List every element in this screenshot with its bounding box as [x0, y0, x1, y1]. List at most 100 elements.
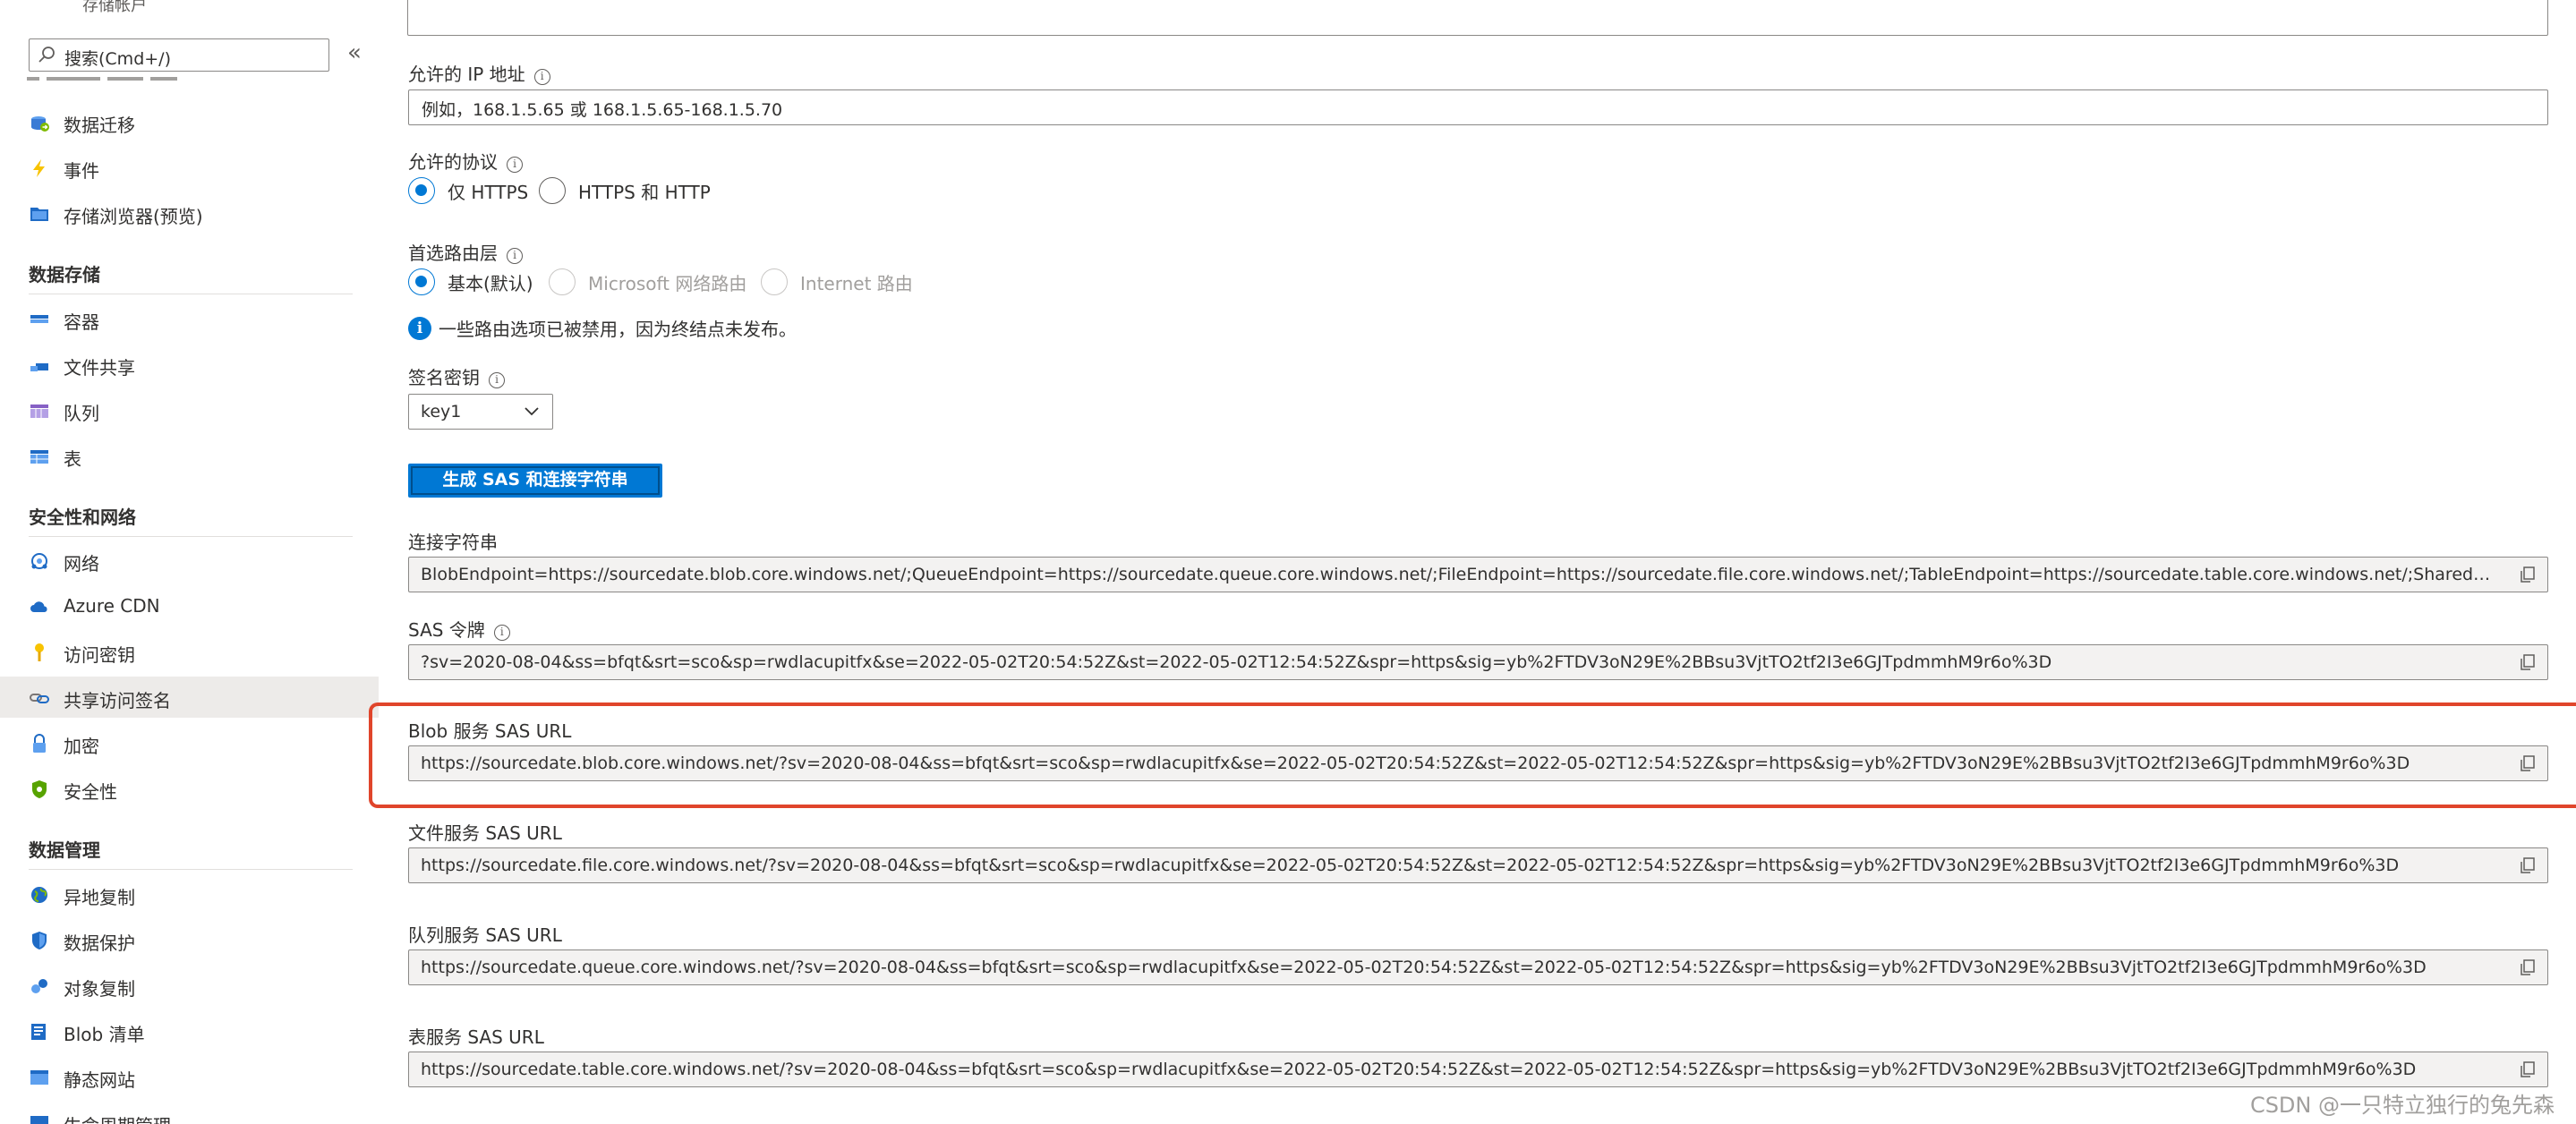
info-icon[interactable]: i [489, 372, 505, 388]
sidebar-item-blob-inventory[interactable]: Blob 清单 [0, 1010, 379, 1052]
table-sas-url-field[interactable]: https://sourcedate.table.core.windows.ne… [408, 1052, 2548, 1087]
highlight-annotation [369, 702, 2576, 808]
radio-unselected-icon [539, 177, 566, 204]
sidebar-item-static-website[interactable]: 静态网站 [0, 1056, 379, 1097]
lifecycle-icon [30, 1116, 48, 1124]
sidebar-item-label: Blob 清单 [64, 1024, 145, 1045]
data-protection-icon [32, 932, 47, 949]
sidebar-item-label: 数据保护 [64, 932, 135, 954]
sidebar-item-label: 队列 [64, 403, 99, 424]
file-sas-url-label: 文件服务 SAS URL [408, 822, 562, 844]
protocol-https-http-radio[interactable]: HTTPS 和 HTTP [539, 177, 711, 204]
watermark: CSDN @一只特立独行的兔先森 [2249, 1093, 2555, 1118]
signing-key-select[interactable]: key1 [408, 394, 553, 430]
connection-string-label: 连接字符串 [408, 532, 498, 553]
copy-icon[interactable] [2519, 958, 2537, 976]
container-icon [30, 315, 48, 323]
search-input[interactable]: 搜索(Cmd+/) [64, 46, 171, 70]
signing-key-label: 签名密钥 i [408, 363, 505, 389]
storage-browser-icon [30, 208, 48, 221]
chevron-down-icon [525, 407, 539, 416]
static-website-icon [30, 1070, 48, 1085]
info-icon[interactable]: i [507, 157, 523, 173]
sidebar-item-security[interactable]: 安全性 [0, 768, 379, 809]
radio-disabled-icon [549, 268, 576, 295]
sidebar-search-box[interactable]: 搜索(Cmd+/) [29, 38, 329, 72]
sidebar-item-label: 对象复制 [64, 978, 135, 1000]
sidebar-item-containers[interactable]: 容器 [0, 298, 379, 339]
globe-icon [31, 887, 47, 903]
sidebar-item-object-replication[interactable]: 对象复制 [0, 965, 379, 1006]
sidebar-item-access-keys[interactable]: 访问密钥 [0, 631, 379, 672]
sidebar-item-label: 访问密钥 [64, 644, 135, 666]
data-migration-icon [31, 116, 49, 132]
generate-sas-button[interactable]: 生成 SAS 和连接字符串 [408, 464, 662, 498]
info-icon[interactable]: i [493, 625, 510, 641]
sas-token-field[interactable]: ?sv=2020-08-04&ss=bfqt&srt=sco&sp=rwdlac… [408, 644, 2548, 680]
cut-off-input-field[interactable] [407, 0, 2548, 36]
copy-icon[interactable] [2519, 856, 2537, 874]
sidebar: 存储帐户 搜索(Cmd+/) « 数据迁移 事件 存储浏览器(预览) 数据存储 … [0, 0, 379, 1124]
search-icon [38, 47, 55, 63]
key-icon [35, 643, 44, 661]
allowed-ip-field[interactable]: 例如，168.1.5.65 或 168.1.5.65-168.1.5.70 [408, 89, 2548, 125]
sidebar-item-data-protection[interactable]: 数据保护 [0, 919, 379, 960]
sidebar-item-azure-cdn[interactable]: Azure CDN [0, 585, 379, 626]
sidebar-item-label: 数据迁移 [64, 115, 135, 136]
divider [29, 869, 353, 870]
sidebar-item-label: 静态网站 [64, 1069, 135, 1091]
sidebar-item-label: 网络 [64, 553, 99, 575]
radio-selected-icon [408, 177, 435, 204]
sidebar-item-networking[interactable]: 网络 [0, 540, 379, 581]
sidebar-item-lifecycle-management[interactable]: 生命周期管理 [0, 1102, 379, 1124]
sidebar-item-label: 表 [64, 448, 81, 470]
sidebar-item-label: 生命周期管理 [64, 1111, 171, 1124]
info-icon[interactable]: i [507, 248, 523, 264]
routing-microsoft-radio: Microsoft 网络路由 [549, 268, 746, 295]
sidebar-item-queues[interactable]: 队列 [0, 389, 379, 430]
sidebar-item-label: 容器 [64, 311, 99, 333]
sidebar-item-shared-access-signature[interactable]: 共享访问签名 [0, 677, 379, 718]
sidebar-item-file-shares[interactable]: 文件共享 [0, 344, 379, 385]
sidebar-item-label: 存储浏览器(预览) [64, 206, 203, 227]
file-share-icon [30, 363, 48, 371]
network-icon [31, 553, 47, 569]
radio-disabled-icon [761, 268, 788, 295]
cloud-icon [30, 601, 47, 612]
sidebar-item-label: Azure CDN [64, 595, 160, 617]
sidebar-item-label: 加密 [64, 736, 99, 757]
sas-token-label: SAS 令牌 i [408, 616, 510, 642]
copy-icon[interactable] [2519, 566, 2537, 583]
copy-icon[interactable] [2519, 1060, 2537, 1078]
radio-selected-icon [408, 268, 435, 295]
sidebar-item-label: 共享访问签名 [64, 690, 171, 711]
sidebar-item-data-migration[interactable]: 数据迁移 [0, 101, 379, 142]
info-icon[interactable]: i [533, 69, 550, 85]
connection-string-field[interactable]: BlobEndpoint=https://sourcedate.blob.cor… [408, 557, 2548, 592]
sidebar-item-encryption[interactable]: 加密 [0, 722, 379, 763]
table-sas-url-label: 表服务 SAS URL [408, 1026, 544, 1048]
sidebar-item-tables[interactable]: 表 [0, 435, 379, 476]
lightning-icon [33, 159, 45, 177]
sidebar-item-label: 事件 [64, 160, 99, 182]
sidebar-item-events[interactable]: 事件 [0, 147, 379, 188]
sidebar-item-geo-replication[interactable]: 异地复制 [0, 873, 379, 915]
allowed-ip-input[interactable]: 例如，168.1.5.65 或 168.1.5.65-168.1.5.70 [422, 97, 782, 121]
routing-internet-radio: Internet 路由 [761, 268, 913, 295]
info-filled-icon: i [408, 316, 431, 340]
queue-sas-url-label: 队列服务 SAS URL [408, 924, 562, 946]
file-sas-url-field[interactable]: https://sourcedate.file.core.windows.net… [408, 847, 2548, 883]
sidebar-group-title: 安全性和网络 [29, 507, 136, 528]
sidebar-item-storage-browser[interactable]: 存储浏览器(预览) [0, 192, 379, 234]
allowed-ip-label: 允许的 IP 地址 i [408, 60, 550, 86]
copy-icon[interactable] [2519, 653, 2537, 671]
routing-basic-radio[interactable]: 基本(默认) [408, 268, 533, 295]
routing-notice: i 一些路由选项已被禁用，因为终结点未发布。 [408, 315, 797, 341]
queue-sas-url-field[interactable]: https://sourcedate.queue.core.windows.ne… [408, 949, 2548, 985]
routing-tier-label: 首选路由层 i [408, 239, 523, 265]
sidebar-item-label: 异地复制 [64, 887, 135, 908]
main-content: 允许的 IP 地址 i 例如，168.1.5.65 或 168.1.5.65-16… [379, 0, 2576, 1124]
protocol-https-only-radio[interactable]: 仅 HTTPS [408, 177, 528, 204]
sidebar-group-title: 数据管理 [29, 839, 100, 861]
collapse-sidebar-button[interactable]: « [347, 39, 362, 66]
